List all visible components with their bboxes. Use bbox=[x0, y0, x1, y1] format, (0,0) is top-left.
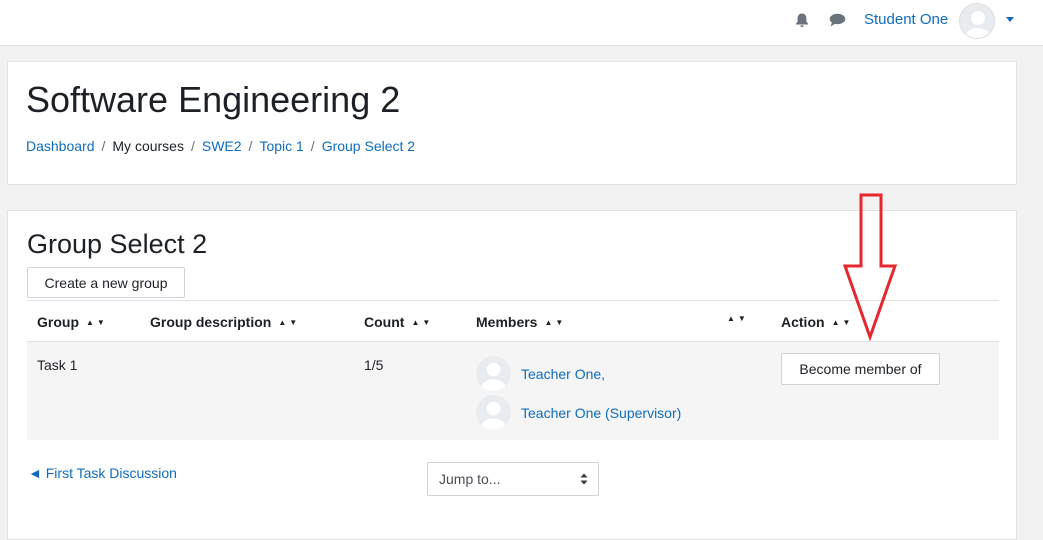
breadcrumb: Dashboard / My courses / SWE2 / Topic 1 … bbox=[26, 138, 415, 154]
member-count: 1/5 bbox=[364, 357, 384, 373]
select-arrows-icon bbox=[580, 473, 588, 485]
annotation-arrow-icon bbox=[842, 193, 898, 342]
activity-heading: Group Select 2 bbox=[27, 229, 208, 259]
breadcrumb-topic[interactable]: Topic 1 bbox=[259, 138, 303, 154]
breadcrumb-dashboard[interactable]: Dashboard bbox=[26, 138, 95, 154]
breadcrumb-separator: / bbox=[310, 138, 315, 154]
chat-icon[interactable] bbox=[828, 11, 846, 29]
member-link[interactable]: Teacher One (Supervisor) bbox=[521, 405, 681, 421]
breadcrumb-separator: / bbox=[190, 138, 195, 154]
jump-to-select[interactable]: Jump to... bbox=[427, 462, 599, 496]
sort-icon[interactable]: ▲▼ bbox=[86, 318, 108, 327]
table-row: Task 1 1/5 Teacher One, Teacher One (Sup… bbox=[27, 342, 999, 440]
breadcrumb-separator: / bbox=[101, 138, 106, 154]
jump-to-value: Jump to... bbox=[439, 471, 501, 487]
group-name: Task 1 bbox=[37, 357, 78, 373]
breadcrumb-activity[interactable]: Group Select 2 bbox=[322, 138, 415, 154]
avatar bbox=[476, 356, 511, 391]
sort-icon[interactable]: ▲▼ bbox=[544, 318, 566, 327]
avatar bbox=[476, 395, 511, 430]
chevron-down-icon[interactable] bbox=[1006, 17, 1014, 22]
previous-activity-link[interactable]: ◄ First Task Discussion bbox=[28, 465, 177, 481]
sort-icon[interactable]: ▲▼ bbox=[278, 318, 300, 327]
breadcrumb-course[interactable]: SWE2 bbox=[202, 138, 242, 154]
page-title: Software Engineering 2 bbox=[26, 79, 401, 120]
column-header-unnamed[interactable]: ▲▼ bbox=[720, 314, 749, 323]
breadcrumb-my-courses: My courses bbox=[112, 138, 184, 154]
top-navbar: Student One bbox=[0, 0, 1043, 46]
member-item: Teacher One (Supervisor) bbox=[476, 395, 681, 430]
bell-icon[interactable] bbox=[793, 11, 811, 29]
sort-icon[interactable]: ▲▼ bbox=[727, 314, 749, 323]
become-member-button[interactable]: Become member of bbox=[781, 353, 940, 385]
create-group-button[interactable]: Create a new group bbox=[27, 267, 185, 298]
column-header-description[interactable]: Group description ▲▼ bbox=[150, 314, 300, 330]
column-header-count[interactable]: Count ▲▼ bbox=[364, 314, 433, 330]
member-link[interactable]: Teacher One, bbox=[521, 366, 605, 382]
user-menu-name[interactable]: Student One bbox=[864, 11, 948, 28]
course-header: Software Engineering 2 Dashboard / My co… bbox=[7, 61, 1017, 185]
avatar[interactable] bbox=[959, 3, 995, 39]
member-item: Teacher One, bbox=[476, 356, 605, 391]
column-header-members[interactable]: Members ▲▼ bbox=[476, 314, 566, 330]
breadcrumb-separator: / bbox=[248, 138, 253, 154]
sort-icon[interactable]: ▲▼ bbox=[411, 318, 433, 327]
column-header-group[interactable]: Group ▲▼ bbox=[37, 314, 108, 330]
